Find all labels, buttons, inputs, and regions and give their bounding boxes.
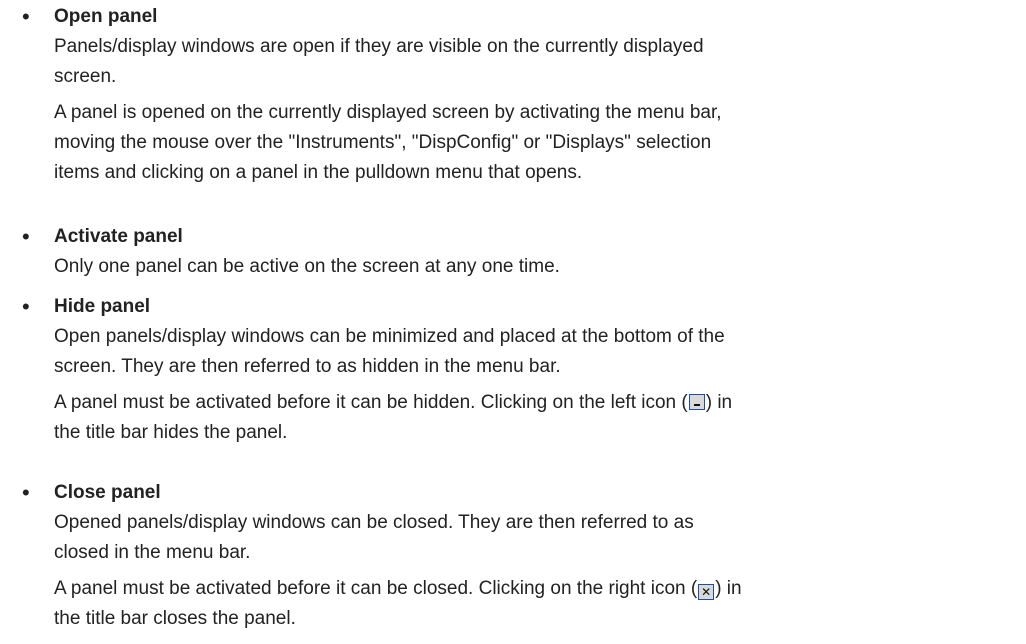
text-line: Only one panel can be active on the scre… — [54, 256, 560, 277]
paragraph: Panels/display windows are open if they … — [54, 32, 1014, 92]
text-line: screen. — [54, 66, 117, 87]
text-line: A panel is opened on the currently displ… — [54, 102, 722, 123]
line-text: A panel must be activated before it can … — [54, 578, 698, 599]
paragraph: Only one panel can be active on the scre… — [54, 252, 1014, 282]
text-line: items and clicking on a panel in the pul… — [54, 162, 583, 183]
text-line: the title bar hides the panel. — [54, 422, 288, 443]
item-title: Open panel — [54, 6, 158, 27]
bullet: • — [22, 224, 30, 249]
text-line: A panel must be activated before it can … — [54, 574, 1014, 604]
item-title: Hide panel — [54, 296, 151, 317]
text-line: Open panels/display windows can be minim… — [54, 326, 725, 347]
paragraph: Opened panels/display windows can be clo… — [54, 508, 1014, 568]
line-suffix: ) in — [705, 392, 733, 413]
list-item-content: Activate panel Only one panel can be act… — [54, 222, 1014, 282]
list-item-content: Hide panel Open panels/display windows c… — [54, 292, 1014, 448]
item-title: Activate panel — [54, 226, 183, 247]
line-text: A panel must be activated before it can … — [54, 392, 688, 413]
list-item-content: Close panel Opened panels/display window… — [54, 478, 1014, 634]
paragraph: A panel is opened on the currently displ… — [54, 98, 1014, 188]
text-line: A panel must be activated before it can … — [54, 388, 1014, 418]
text-line: moving the mouse over the "Instruments",… — [54, 132, 712, 153]
text-line: closed in the menu bar. — [54, 542, 251, 563]
bullet: • — [22, 294, 30, 319]
text-line: Panels/display windows are open if they … — [54, 36, 704, 57]
item-title: Close panel — [54, 482, 161, 503]
list-item-content: Open panel Panels/display windows are op… — [54, 2, 1014, 188]
text-line: the title bar closes the panel. — [54, 608, 296, 629]
minimize-icon — [688, 394, 705, 410]
paragraph: Open panels/display windows can be minim… — [54, 322, 1014, 382]
text-line: Opened panels/display windows can be clo… — [54, 512, 694, 533]
text-line: screen. They are then referred to as hid… — [54, 356, 561, 377]
paragraph: A panel must be activated before it can … — [54, 574, 1014, 634]
paragraph: A panel must be activated before it can … — [54, 388, 1014, 448]
line-suffix: ) in — [715, 578, 742, 599]
close-icon: ✕ — [698, 584, 715, 600]
bullet: • — [22, 4, 30, 29]
bullet: • — [22, 480, 30, 505]
